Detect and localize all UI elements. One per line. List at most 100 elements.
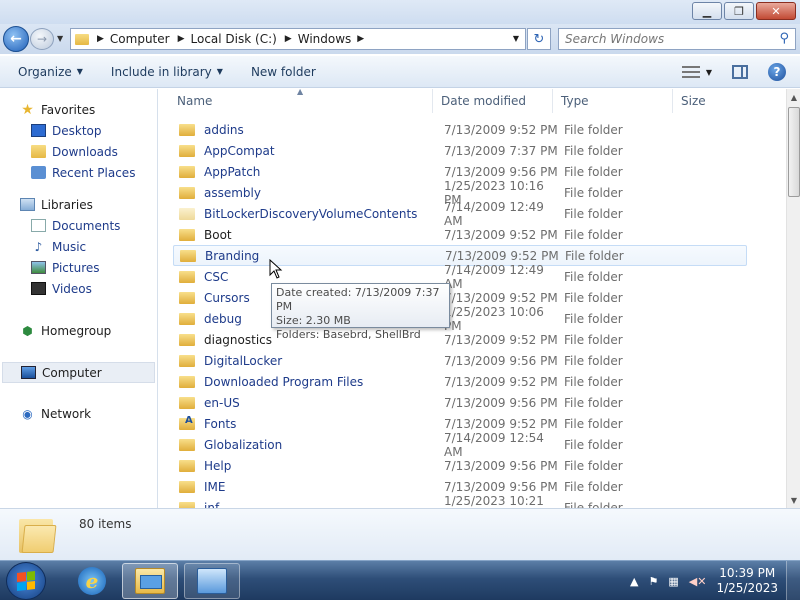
windows-logo-icon: [17, 571, 35, 591]
downloads-folder-icon: [31, 145, 46, 158]
sidebar-item-desktop[interactable]: Desktop: [0, 120, 157, 141]
search-icon[interactable]: ⚲: [779, 31, 789, 46]
clock[interactable]: 10:39 PM 1/25/2023: [716, 566, 778, 596]
table-row[interactable]: addins 7/13/2009 9:52 PM File folder: [173, 119, 747, 140]
address-dropdown-icon[interactable]: ▼: [513, 34, 519, 43]
refresh-button[interactable]: ↻: [527, 28, 551, 50]
file-type: File folder: [564, 458, 623, 473]
minimize-button[interactable]: ▁: [692, 2, 722, 20]
close-icon: ✕: [771, 4, 781, 18]
table-row[interactable]: en-US 7/13/2009 9:56 PM File folder: [173, 392, 747, 413]
include-in-library-button[interactable]: Include in library ▼: [111, 65, 223, 79]
address-bar[interactable]: ▶ Computer ▶ Local Disk (C:) ▶ Windows ▶ ▼: [70, 28, 526, 50]
folder-icon: [179, 480, 195, 493]
table-row[interactable]: Downloaded Program Files 7/13/2009 9:52 P…: [173, 371, 747, 392]
scroll-thumb[interactable]: [788, 107, 800, 197]
table-row[interactable]: Help 7/13/2009 9:56 PM File folder: [173, 455, 747, 476]
sidebar-item-network[interactable]: ◉ Network: [0, 403, 157, 424]
homegroup-group: ⬢ Homegroup: [0, 320, 157, 341]
column-header-size[interactable]: Size: [673, 89, 753, 113]
folder-icon: [179, 438, 195, 451]
recent-pages-button[interactable]: ▼: [57, 34, 63, 43]
sidebar-item-favorites[interactable]: ★ Favorites: [0, 99, 157, 120]
vertical-scrollbar[interactable]: ▲ ▼: [786, 89, 800, 508]
table-row[interactable]: diagnostics 7/13/2009 9:52 PM File folder: [173, 329, 747, 350]
search-box[interactable]: ⚲: [558, 28, 796, 50]
file-date-modified: 7/13/2009 9:52 PM: [444, 227, 558, 242]
file-date-modified: 7/13/2009 9:52 PM: [444, 332, 558, 347]
file-name: addins: [204, 122, 244, 137]
minimize-icon: ▁: [702, 4, 712, 18]
search-input[interactable]: [565, 32, 765, 46]
sidebar-item-downloads[interactable]: Downloads: [0, 141, 157, 162]
clock-time: 10:39 PM: [719, 566, 776, 580]
music-icon: ♪: [34, 239, 43, 254]
system-tray: ▲ ⚑ ▦ ◀✕ 10:39 PM 1/25/2023: [630, 561, 800, 600]
sort-ascending-icon: ▲: [297, 89, 304, 96]
sidebar-item-documents[interactable]: Documents: [0, 215, 157, 236]
chevron-right-icon: ▶: [97, 34, 104, 44]
taskbar-windows-explorer[interactable]: [122, 563, 178, 599]
file-date-modified: 7/13/2009 9:52 PM: [444, 374, 558, 389]
table-row[interactable]: DigitalLocker 7/13/2009 9:56 PM File folde…: [173, 350, 747, 371]
column-headers: ▲ Name Date modified Type Size: [159, 89, 785, 113]
breadcrumb-computer[interactable]: ▶ Computer: [97, 32, 170, 46]
sidebar-item-computer[interactable]: Computer: [2, 362, 155, 383]
column-header-date[interactable]: Date modified: [433, 89, 553, 113]
new-folder-button[interactable]: New folder: [251, 65, 316, 79]
close-button[interactable]: ✕: [756, 2, 796, 20]
scroll-down-icon[interactable]: ▼: [787, 492, 800, 508]
table-row[interactable]: BitLockerDiscoveryVolumeContents 7/14/200…: [173, 200, 747, 228]
taskbar-internet-explorer[interactable]: e: [64, 563, 120, 599]
table-row[interactable]: inf 1/25/2023 10:21 PM File folder: [173, 494, 747, 508]
chevron-down-icon: ▼: [216, 67, 223, 76]
pictures-icon: [31, 261, 46, 274]
views-icon[interactable]: [681, 66, 700, 78]
views-dropdown-icon[interactable]: ▼: [706, 68, 712, 77]
breadcrumb-windows[interactable]: ▶ Windows ▶: [285, 32, 370, 46]
organize-button[interactable]: Organize ▼: [18, 65, 83, 79]
folder-icon: [75, 33, 89, 45]
taskbar-control-panel[interactable]: [184, 563, 240, 599]
preview-pane-icon[interactable]: [732, 65, 748, 79]
sidebar-item-libraries[interactable]: Libraries: [0, 194, 157, 215]
sidebar-item-pictures[interactable]: Pictures: [0, 257, 157, 278]
file-type: File folder: [564, 311, 623, 326]
file-type: File folder: [564, 206, 623, 221]
column-header-type[interactable]: Type: [553, 89, 673, 113]
folder-icon: [179, 375, 195, 388]
file-type: File folder: [564, 227, 623, 242]
file-name: Boot: [204, 227, 232, 242]
table-row[interactable]: Boot 7/13/2009 9:52 PM File folder: [173, 224, 747, 245]
table-row[interactable]: debug 1/25/2023 10:06 PM File folder: [173, 305, 747, 333]
volume-muted-icon[interactable]: ◀✕: [689, 575, 707, 588]
maximize-button[interactable]: ❐: [724, 2, 754, 20]
folder-tooltip: Date created: 7/13/2009 7:37 PM Size: 2.…: [271, 283, 450, 341]
back-button[interactable]: ←: [3, 26, 29, 52]
file-name: Downloaded Program Files: [204, 374, 364, 389]
show-hidden-icons-icon[interactable]: ▲: [630, 575, 638, 588]
start-button[interactable]: [6, 562, 46, 600]
file-name: assembly: [204, 185, 261, 200]
table-row[interactable]: AppCompat 7/13/2009 7:37 PM File folder: [173, 140, 747, 161]
sidebar-item-recent-places[interactable]: Recent Places: [0, 162, 157, 183]
sidebar-item-music[interactable]: ♪ Music: [0, 236, 157, 257]
sidebar-item-videos[interactable]: Videos: [0, 278, 157, 299]
libraries-icon: [20, 198, 35, 211]
file-type: File folder: [564, 479, 623, 494]
scroll-up-icon[interactable]: ▲: [787, 89, 800, 105]
breadcrumb-local-disk[interactable]: ▶ Local Disk (C:): [178, 32, 277, 46]
action-center-flag-icon[interactable]: ⚑: [649, 575, 659, 588]
file-type: File folder: [564, 143, 623, 158]
table-row[interactable]: CSC 7/14/2009 12:49 AM File folder: [173, 263, 747, 291]
column-header-name[interactable]: ▲ Name: [159, 89, 433, 113]
navigation-pane: ★ Favorites Desktop Downloads Recent Plac…: [0, 89, 158, 508]
back-arrow-icon: ←: [10, 31, 22, 47]
forward-button[interactable]: →: [30, 28, 54, 50]
table-row[interactable]: Globalization 7/14/2009 12:54 AM File fold…: [173, 431, 747, 459]
network-status-icon[interactable]: ▦: [668, 575, 678, 588]
network-icon: ◉: [22, 406, 33, 421]
show-desktop-button[interactable]: [786, 561, 800, 600]
sidebar-item-homegroup[interactable]: ⬢ Homegroup: [0, 320, 157, 341]
help-icon[interactable]: ?: [768, 63, 786, 81]
